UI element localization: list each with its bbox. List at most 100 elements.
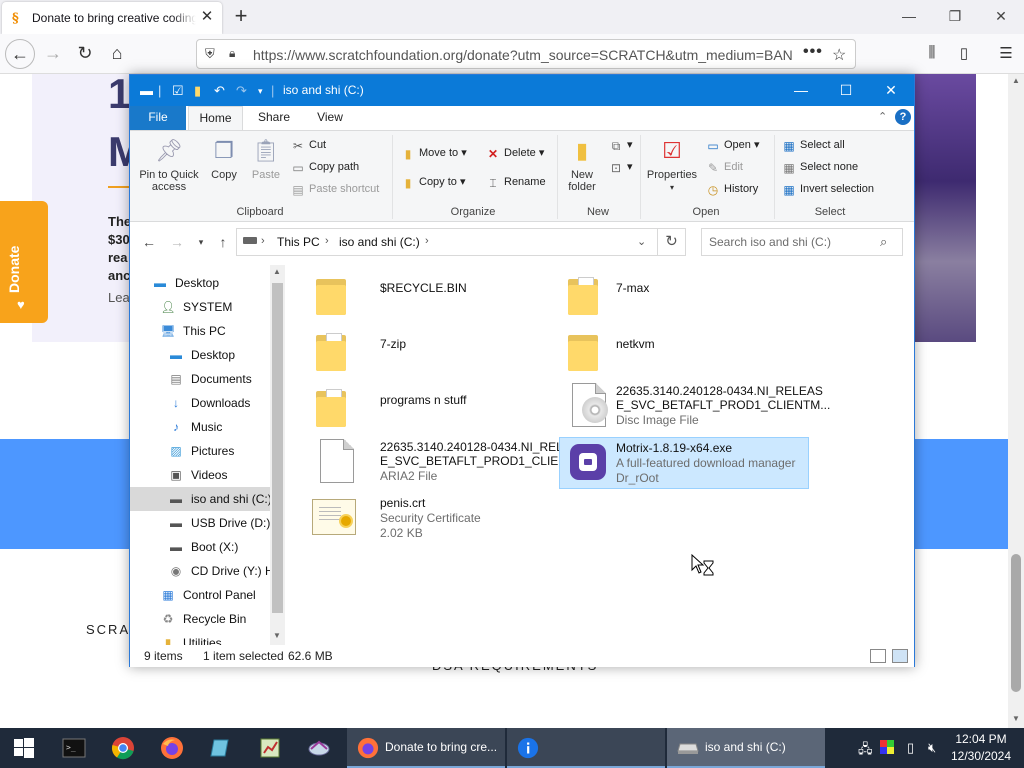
nav-item-downloads[interactable]: ↓ Downloads <box>130 391 270 415</box>
taskbar-app-bird[interactable] <box>295 728 343 768</box>
tab-view[interactable]: View <box>306 106 354 130</box>
page-scroll-thumb[interactable] <box>1011 554 1021 692</box>
library-icon[interactable]: ⫼ <box>922 44 942 64</box>
file-item[interactable]: penis.crt Security Certificate 2.02 KB <box>308 493 558 545</box>
url-bar[interactable]: ⛨ 🔒︎ https://www.scratchfoundation.org/d… <box>196 39 856 69</box>
rename-button[interactable]: ⌶ Rename <box>485 173 545 191</box>
move-to-button[interactable]: ▮ Move to ▾ <box>400 144 467 162</box>
refresh-button[interactable]: ↻ <box>658 228 686 256</box>
search-icon[interactable]: ⌕ <box>880 234 887 250</box>
taskbar-app-blue[interactable] <box>197 728 245 768</box>
taskbar-task-explorer[interactable]: iso and shi (C:) <box>667 728 825 768</box>
new-folder-qa-icon[interactable]: ▮ <box>194 83 201 99</box>
cut-button[interactable]: ✂ Cut <box>290 136 326 154</box>
browser-close-button[interactable]: ✕ <box>978 0 1024 32</box>
address-bar[interactable]: › This PC › iso and shi (C:) › ⌄ <box>236 228 658 256</box>
forward-button[interactable]: → <box>38 39 68 69</box>
open-button[interactable]: ▭ Open ▾ <box>705 136 759 154</box>
sidebar-icon[interactable]: ▯ <box>954 44 974 64</box>
nav-item-this-pc[interactable]: 🖥︎ This PC <box>130 319 270 343</box>
paste-button[interactable]: 📋︎ Paste <box>248 137 284 181</box>
breadcrumb-this-pc[interactable]: This PC <box>277 235 320 249</box>
hero-learn-more-link[interactable]: Lea <box>108 290 130 305</box>
tracking-shield-icon[interactable]: ⛨ <box>205 46 215 62</box>
copy-path-button[interactable]: ▭ Copy path <box>290 158 359 176</box>
new-folder-button[interactable]: ▮ New folder <box>562 137 602 193</box>
taskbar-firefox[interactable] <box>148 728 196 768</box>
tab-file[interactable]: File <box>130 106 186 130</box>
nav-item-recycle-bin[interactable]: ♻ Recycle Bin <box>130 607 270 631</box>
invert-selection-button[interactable]: ▦ Invert selection <box>781 180 874 198</box>
explorer-title-bar[interactable]: ▬ | ☑ ▮ ↶ ↷ ▾ | iso and shi (C:) — ☐ ✕ <box>130 75 914 106</box>
file-item[interactable]: netkvm <box>560 325 810 377</box>
system-clock[interactable]: 12:04 PM 12/30/2024 <box>948 731 1014 765</box>
explorer-maximize-button[interactable]: ☐ <box>823 75 869 106</box>
paste-shortcut-button[interactable]: ▤ Paste shortcut <box>290 180 379 198</box>
explorer-close-button[interactable]: ✕ <box>868 75 914 106</box>
scroll-down-arrow-icon[interactable]: ▼ <box>1012 714 1020 723</box>
new-tab-button[interactable]: + <box>228 4 254 30</box>
breadcrumb-chevron-icon[interactable]: › <box>325 235 329 247</box>
donate-side-tab[interactable]: Donate ♥ <box>0 201 48 323</box>
volume-muted-icon[interactable]: 🔇︎ <box>928 740 936 756</box>
file-item-selected[interactable]: Motrix-1.8.19-x64.exe A full-featured do… <box>559 437 809 489</box>
pin-quick-access-button[interactable]: 📌︎ Pin to Quick access <box>136 137 202 193</box>
file-item[interactable]: 22635.3140.240128-0434.NI_RELEAS E_SVC_B… <box>560 381 830 433</box>
page-actions-icon[interactable]: ••• <box>803 43 823 61</box>
taskbar-task-info[interactable] <box>507 728 665 768</box>
tab-share[interactable]: Share <box>250 106 298 130</box>
nav-item-drive-c[interactable]: ▬ iso and shi (C:) <box>130 487 272 511</box>
forward-arrow-icon[interactable]: → <box>168 233 186 251</box>
delete-button[interactable]: ✕ Delete ▾ <box>485 144 544 162</box>
back-arrow-icon[interactable]: ← <box>140 233 158 251</box>
search-box[interactable]: ⌕ <box>701 228 903 256</box>
nav-item-cd-drive[interactable]: ◉ CD Drive (Y:) H <box>130 559 274 583</box>
nav-item-boot[interactable]: ▬ Boot (X:) <box>130 535 270 559</box>
scroll-up-arrow-icon[interactable]: ▲ <box>1012 76 1020 85</box>
properties-button[interactable]: ☑ Properties ▾ <box>644 137 700 194</box>
page-scrollbar[interactable]: ▲ ▼ <box>1008 74 1024 728</box>
nav-item-desktop[interactable]: ▬ Desktop <box>130 343 270 367</box>
taskbar-chrome[interactable] <box>99 728 147 768</box>
properties-check-icon[interactable]: ☑ <box>172 83 184 99</box>
collapse-ribbon-icon[interactable]: ⌃ <box>878 110 887 123</box>
file-item[interactable]: $RECYCLE.BIN <box>308 269 558 321</box>
scroll-down-arrow-icon[interactable]: ▼ <box>273 631 281 640</box>
select-none-button[interactable]: ▦ Select none <box>781 158 858 176</box>
new-item-button[interactable]: ⧉ ▾ <box>608 136 633 154</box>
taskbar-task-firefox[interactable]: Donate to bring cre... <box>347 728 505 768</box>
taskbar-app-chart[interactable] <box>246 728 294 768</box>
url-text[interactable]: https://www.scratchfoundation.org/donate… <box>253 47 793 63</box>
nav-item-pictures[interactable]: ▨ Pictures <box>130 439 270 463</box>
history-button[interactable]: ◷ History <box>705 180 758 198</box>
undo-icon[interactable]: ↶ <box>214 83 225 99</box>
address-dropdown-icon[interactable]: ⌄ <box>637 235 646 248</box>
file-item[interactable]: 7-max <box>560 269 810 321</box>
lock-icon[interactable]: 🔒︎ <box>229 46 235 61</box>
bookmark-star-icon[interactable]: ☆ <box>832 45 846 65</box>
file-item[interactable]: programs n stuff <box>308 381 558 433</box>
back-button[interactable]: ← <box>5 39 35 69</box>
breadcrumb-drive[interactable]: iso and shi (C:) <box>339 235 420 249</box>
nav-item-system[interactable]: 👤︎ SYSTEM <box>130 295 270 319</box>
nav-scroll-thumb[interactable] <box>272 283 283 613</box>
properties-dropdown-icon[interactable]: ▾ <box>670 183 674 192</box>
nav-item-desktop[interactable]: ▬ Desktop <box>130 271 270 295</box>
color-app-tray-icon[interactable] <box>880 740 894 757</box>
nav-item-music[interactable]: ♪ Music <box>130 415 270 439</box>
up-arrow-icon[interactable]: ↑ <box>214 233 232 251</box>
browser-minimize-button[interactable]: — <box>886 0 932 32</box>
explorer-minimize-button[interactable]: — <box>778 75 824 106</box>
menu-icon[interactable]: ☰ <box>996 44 1016 64</box>
copy-to-button[interactable]: ▮ Copy to ▾ <box>400 173 466 191</box>
copy-button[interactable]: ❐ Copy <box>206 137 242 181</box>
usb-icon[interactable]: ▯ <box>907 740 914 756</box>
taskbar-terminal[interactable]: >_ <box>50 728 98 768</box>
network-icon[interactable]: 🖧︎ <box>858 740 873 762</box>
home-button[interactable]: ⌂ <box>102 39 132 69</box>
tab-home[interactable]: Home <box>188 106 243 130</box>
breadcrumb-chevron-icon[interactable]: › <box>261 235 265 247</box>
nav-item-utilities[interactable]: ▮ Utilities <box>130 631 270 645</box>
browser-restore-button[interactable]: ❐ <box>932 0 978 32</box>
start-button[interactable] <box>0 728 48 768</box>
